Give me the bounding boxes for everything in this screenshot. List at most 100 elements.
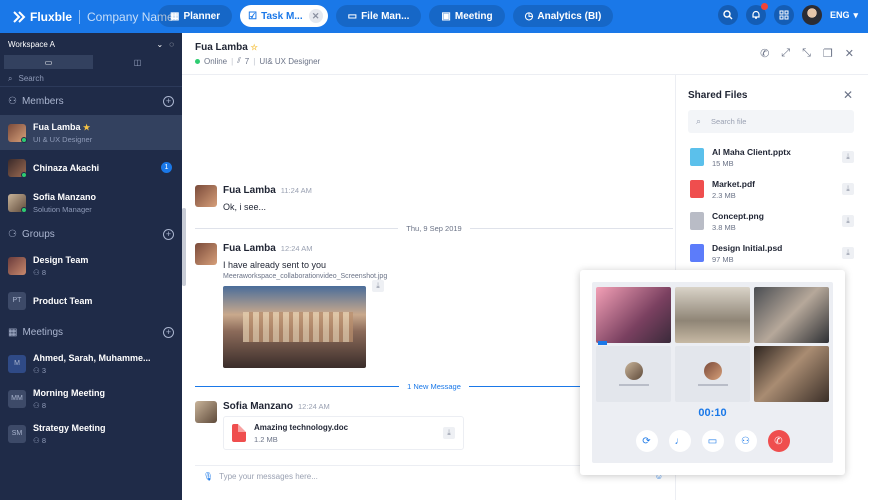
user-avatar[interactable] (801, 5, 822, 25)
file-row[interactable]: Concept.png 3.8 MB ⤓ (690, 209, 854, 233)
tab-meeting[interactable]: ▣ Meeting (429, 5, 505, 27)
add-group-icon[interactable]: + (163, 228, 174, 240)
file-name: Concept.png (712, 210, 764, 221)
attachment-filename: Meeraworkspace_collaborationvideo_Screen… (223, 273, 388, 280)
file-row[interactable]: Market.pdf 2.3 MB ⤓ (690, 177, 854, 201)
tab-label: Planner (183, 10, 221, 22)
fullscreen-icon[interactable]: ⤢ (781, 47, 790, 60)
members-section-header[interactable]: ⚇ Members + (0, 87, 182, 115)
chat-view-tab[interactable]: ▭ (4, 55, 93, 69)
star-icon: ★ (83, 122, 91, 132)
close-tab-icon[interactable]: ✕ (308, 9, 323, 23)
microphone-icon[interactable]: 🎙 (203, 472, 213, 481)
date-divider: Thu, 9 Sep 2019 (195, 224, 673, 233)
attachment-icon: ⫽ (237, 56, 241, 65)
download-icon[interactable]: ⤓ (842, 151, 854, 163)
participant-video-tile[interactable] (596, 287, 671, 343)
call-timer: 00:10 (698, 407, 727, 419)
download-icon[interactable]: ⤓ (842, 215, 854, 227)
sidebar-item-design-team[interactable]: Design Team ⚇ 8 (0, 248, 182, 283)
meeting-member-count: 3 (41, 365, 46, 375)
chat-role: UI& UX Designer (259, 56, 321, 66)
participant-placeholder-tile[interactable] (675, 346, 750, 402)
sidebar-item-sofia-manzano[interactable]: Sofia Manzano Solution Manager (0, 185, 182, 220)
participant-placeholder-tile[interactable] (596, 346, 671, 402)
workspace-selector[interactable]: Workspace A ⌄ ◌ (0, 33, 182, 55)
meeting-member-count: 8 (41, 400, 46, 410)
participant-video-tile[interactable] (754, 346, 829, 402)
app-logo[interactable]: Fluxble (12, 10, 72, 24)
tab-analytics[interactable]: ◷ Analytics (BI) (512, 5, 614, 27)
camera-icon[interactable]: ▭ (701, 430, 724, 452)
add-meeting-icon[interactable]: + (163, 326, 174, 338)
file-search-input[interactable]: ⌕ Search file (688, 110, 854, 133)
chat-message: Fua Lamba 12:24 AM I have already sent to… (195, 243, 387, 368)
shrink-icon[interactable]: ⤡ (802, 47, 811, 60)
add-member-icon[interactable]: + (163, 95, 174, 107)
meeting-name: Strategy Meeting (33, 422, 106, 433)
tab-task-manager[interactable]: ☑ Task M... ✕ (240, 5, 328, 27)
search-icon[interactable] (717, 5, 738, 25)
avatar (8, 256, 26, 275)
avatar (8, 193, 27, 213)
settings-icon[interactable]: ◌ (169, 40, 174, 49)
file-attachment-card[interactable]: Amazing technology.doc 1.2 MB ⤓ (223, 416, 464, 450)
close-icon[interactable]: ✕ (843, 88, 853, 102)
tab-file-manager[interactable]: ▭ File Man... (335, 5, 422, 27)
sidebar-item-chinaza-akachi[interactable]: Chinaza Akachi 1 (0, 150, 182, 185)
message-author: Fua Lamba (223, 243, 276, 254)
file-size: 3.8 MB (712, 222, 736, 232)
groups-icon: ⚆ (8, 228, 17, 240)
download-icon[interactable]: ⤓ (372, 280, 384, 292)
chat-header-actions: ✆ ⤢ ⤡ ❐ ✕ (760, 47, 854, 60)
add-participant-icon[interactable]: ⚇ (734, 430, 757, 452)
sidebar-item-product-team[interactable]: PT Product Team (0, 283, 182, 318)
group-member-count: 8 (41, 267, 46, 277)
tab-label: Task M... (261, 10, 303, 22)
switch-camera-icon[interactable]: ⟳ (635, 430, 658, 452)
sidebar-item-strategy-meeting[interactable]: SM Strategy Meeting ⚇ 8 (0, 416, 182, 451)
video-call-window[interactable]: 00:10 ⟳ ♩ ▭ ⚇ ✆ (580, 270, 845, 475)
phone-icon[interactable]: ✆ (760, 47, 769, 60)
file-row[interactable]: Al Maha Client.pptx 15 MB ⤓ (690, 145, 854, 169)
groups-section-header[interactable]: ⚆ Groups + (0, 220, 182, 248)
avatar (195, 401, 217, 423)
participant-video-tile[interactable] (675, 287, 750, 343)
sidebar-item-fua-lamba[interactable]: Fua Lamba ★ UI & UX Designer (0, 115, 182, 150)
popout-icon[interactable]: ❐ (823, 47, 833, 60)
avatar: PT (8, 291, 26, 310)
sidebar-search-placeholder: Search (18, 74, 44, 83)
chat-status: Online (204, 56, 228, 66)
message-text: Ok, i see... (223, 202, 267, 212)
meeting-name: Ahmed, Sarah, Muhamme... (33, 352, 151, 363)
online-status-dot (21, 136, 27, 143)
microphone-icon[interactable]: ♩ (668, 430, 691, 452)
star-icon[interactable]: ☆ (251, 43, 258, 52)
download-icon[interactable]: ⤓ (842, 183, 854, 195)
unread-badge: 1 (161, 162, 172, 173)
chevron-down-icon[interactable]: ⌄ (157, 40, 164, 49)
close-icon[interactable]: ✕ (845, 47, 854, 60)
participant-video-tile[interactable] (754, 287, 829, 343)
download-icon[interactable]: ⤓ (443, 427, 455, 439)
tab-planner[interactable]: ▦ Planner (158, 5, 233, 27)
meetings-section-header[interactable]: ▦ Meetings + (0, 318, 182, 346)
people-icon: ⚇ (33, 365, 40, 375)
call-controls: ⟳ ♩ ▭ ⚇ ✆ (592, 430, 833, 452)
notification-bell-icon[interactable] (745, 3, 768, 25)
sidebar-item-meeting[interactable]: M Ahmed, Sarah, Muhamme... ⚇ 3 (0, 346, 182, 381)
members-icon: ⚇ (8, 95, 17, 107)
file-row[interactable]: Design Initial.psd 97 MB ⤓ (690, 241, 854, 265)
attached-photo[interactable] (223, 286, 366, 368)
top-right-controls: ENG ▾ (717, 3, 858, 25)
language-selector[interactable]: ENG ▾ (830, 10, 858, 21)
sidebar: Workspace A ⌄ ◌ ▭ ◫ ⌕ Search ⚇ Members + … (0, 33, 182, 500)
sidebar-view-tabs: ▭ ◫ (0, 55, 182, 69)
sidebar-search[interactable]: ⌕ Search (0, 71, 182, 87)
channels-view-tab[interactable]: ◫ (93, 55, 182, 69)
apps-grid-icon[interactable] (773, 5, 794, 25)
download-icon[interactable]: ⤓ (842, 247, 854, 259)
avatar (195, 185, 217, 207)
sidebar-item-morning-meeting[interactable]: MM Morning Meeting ⚇ 8 (0, 381, 182, 416)
end-call-icon[interactable]: ✆ (767, 430, 790, 452)
